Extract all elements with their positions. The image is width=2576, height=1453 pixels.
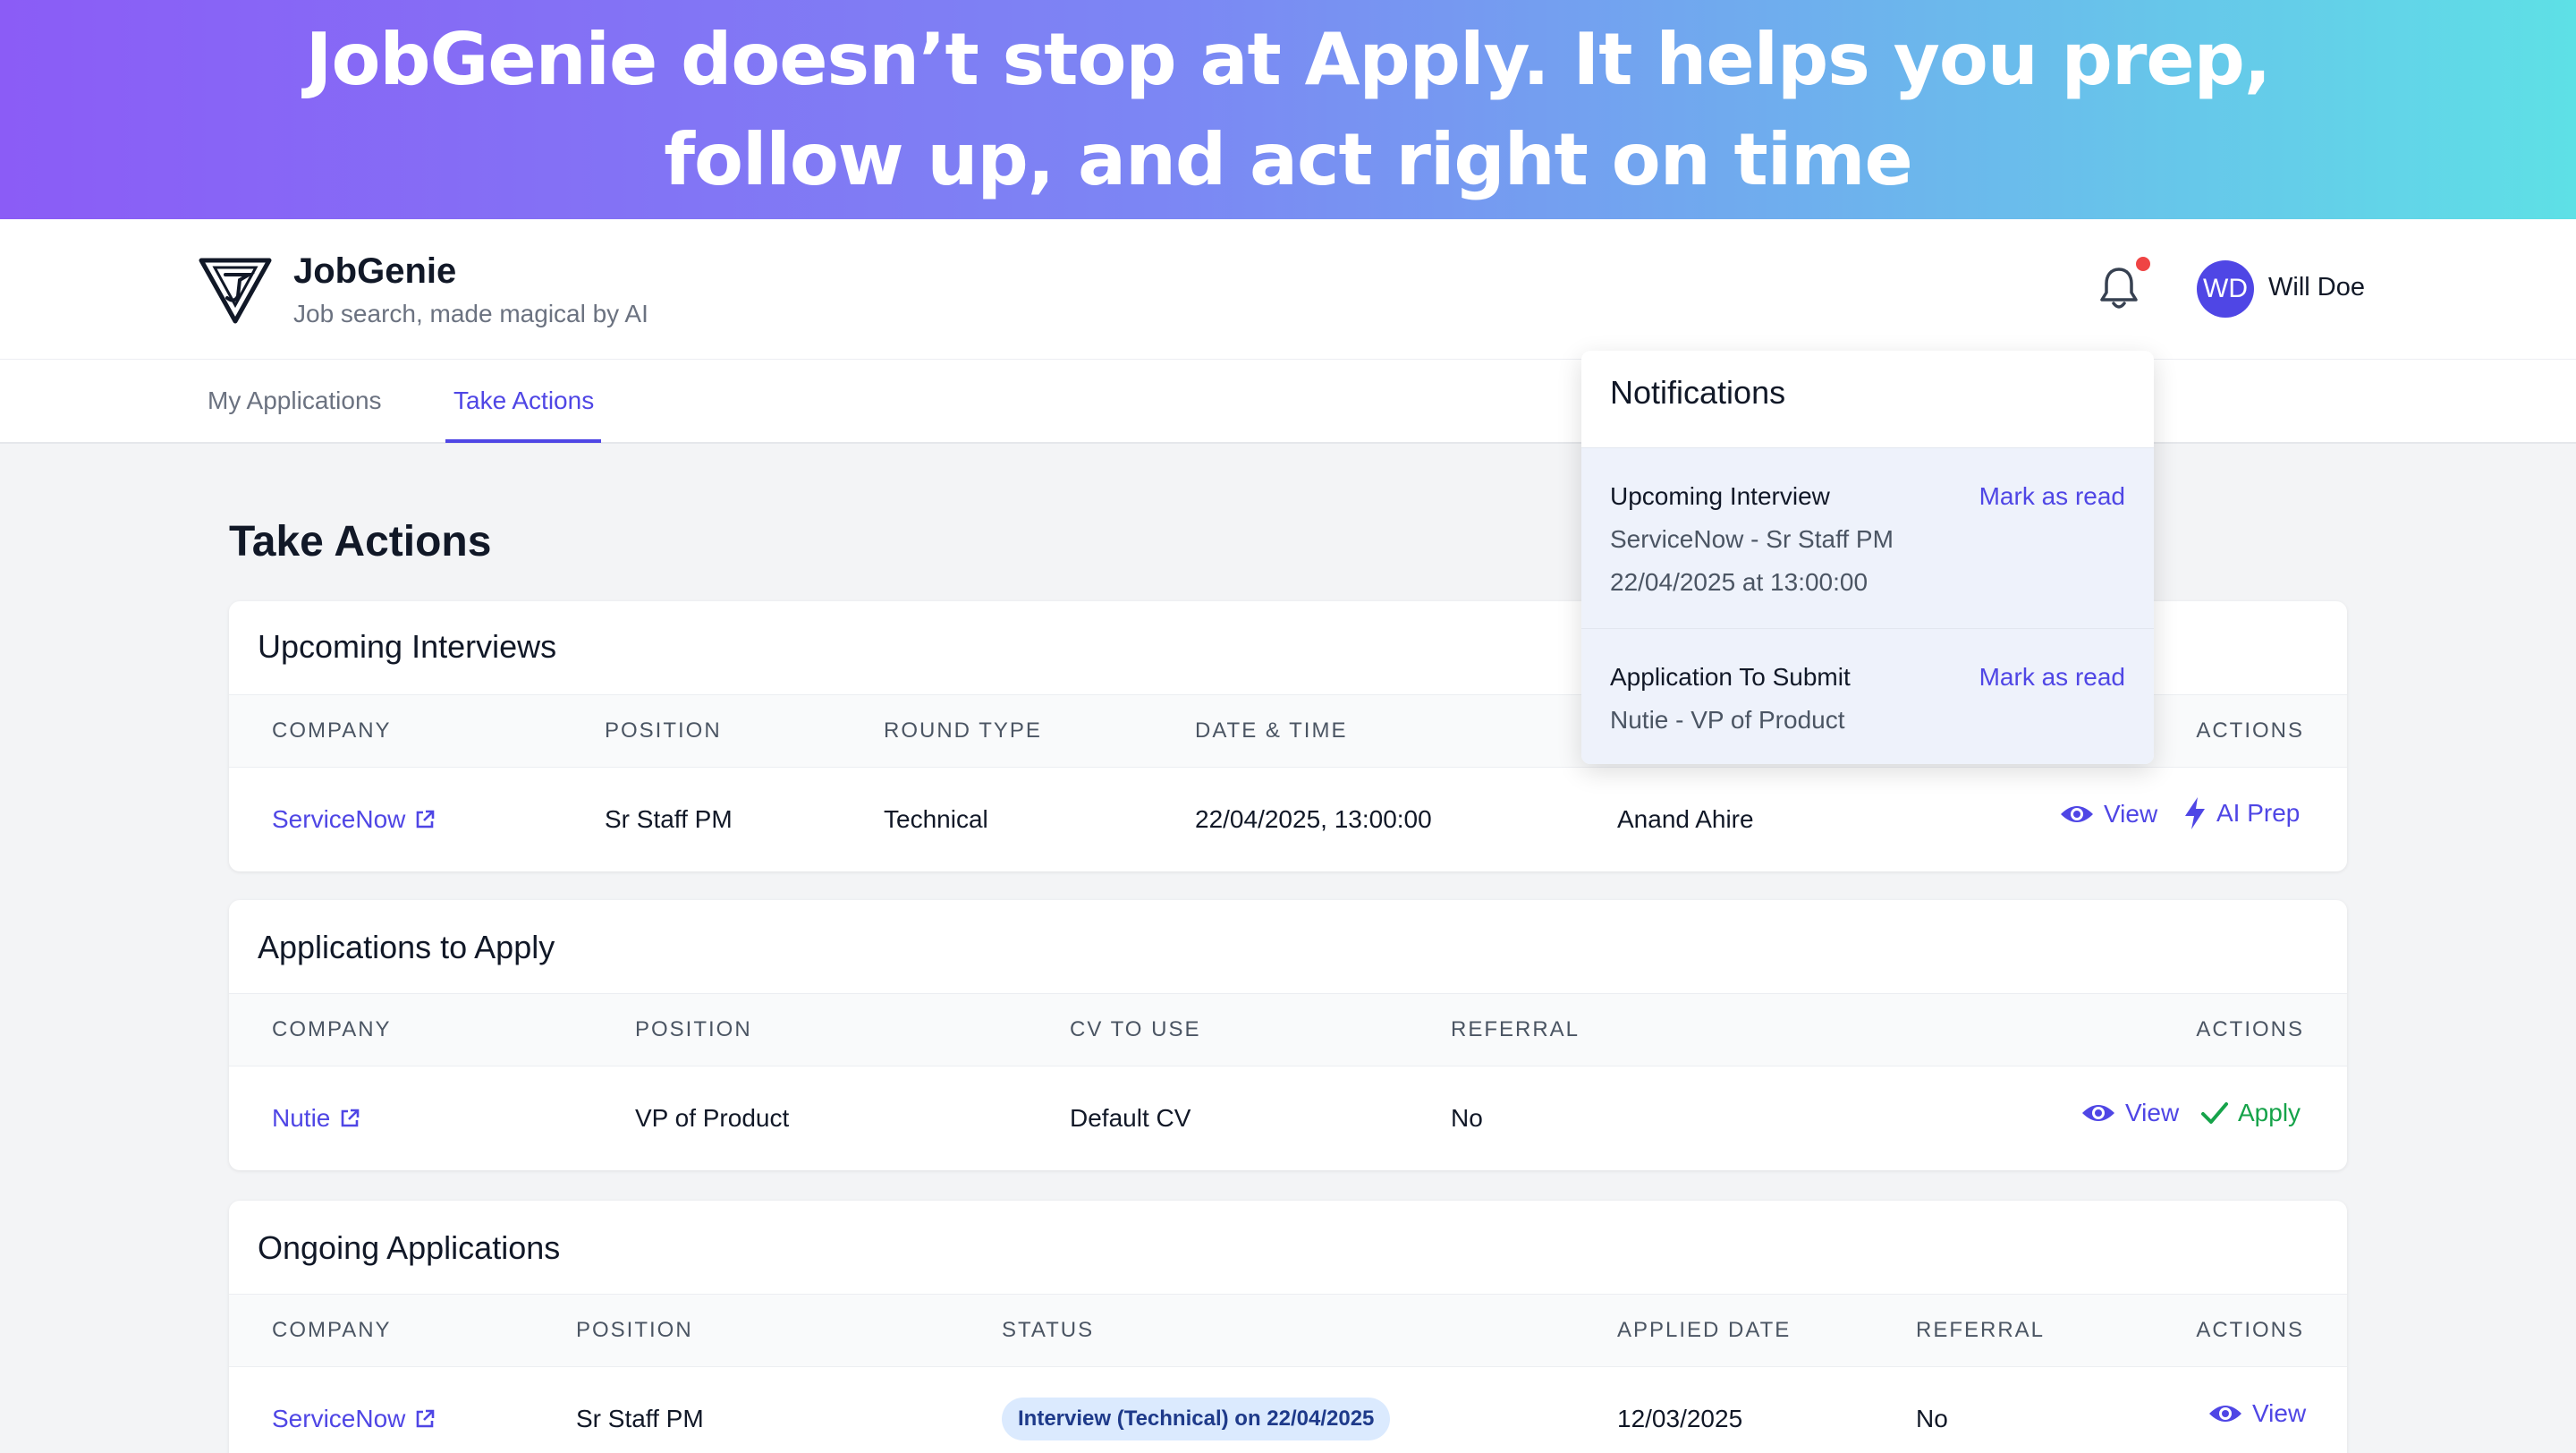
status-badge: Interview (Technical) on 22/04/2025 (1002, 1398, 1391, 1440)
notification-detail: ServiceNow - Sr Staff PM (1610, 525, 1894, 553)
position-cell: Sr Staff PM (576, 1405, 704, 1432)
notification-dot (2136, 257, 2150, 271)
ai-prep-button[interactable]: AI Prep (2182, 796, 2300, 830)
logo-icon[interactable] (199, 257, 272, 325)
brand-name: JobGenie (293, 251, 457, 291)
app-header: JobGenie Job search, made magical by AI … (0, 219, 2576, 360)
tab-bar: My Applications Take Actions (0, 360, 2576, 444)
column-header: REFERRAL (1451, 1017, 1580, 1041)
company-link[interactable]: Nutie (272, 1104, 360, 1133)
tab-take-actions[interactable]: Take Actions (453, 387, 594, 415)
check-icon (2201, 1102, 2228, 1124)
column-header: DATE & TIME (1195, 718, 1348, 743)
table-header: COMPANY POSITION CV TO USE REFERRAL ACTI… (229, 993, 2347, 1066)
banner-headline: JobGenie doesn’t stop at Apply. It helps… (125, 10, 2451, 210)
round-type-cell: Technical (884, 805, 988, 833)
column-header: REFERRAL (1916, 1318, 2046, 1342)
page-title: Take Actions (229, 518, 492, 565)
tab-my-applications[interactable]: My Applications (208, 387, 382, 415)
mark-as-read-link[interactable]: Mark as read (1979, 482, 2125, 511)
banner-line-2: follow up, and act right on time (664, 117, 1913, 201)
column-header: ACTIONS (2196, 1017, 2304, 1041)
external-link-icon[interactable] (414, 1408, 436, 1430)
apply-label[interactable]: Apply (2238, 1099, 2301, 1127)
notification-item[interactable]: Application To Submit Mark as read Nutie… (1581, 628, 2154, 764)
brand-tagline: Job search, made magical by AI (293, 300, 648, 327)
view-button[interactable]: View (2207, 1399, 2306, 1428)
column-header: POSITION (635, 1017, 752, 1041)
view-label[interactable]: View (2125, 1099, 2179, 1127)
eye-icon (2209, 1406, 2241, 1422)
external-link-icon[interactable] (414, 809, 436, 830)
position-cell: Sr Staff PM (605, 805, 733, 833)
company-name[interactable]: Nutie (272, 1104, 330, 1133)
view-button[interactable]: View (2059, 800, 2157, 828)
eye-icon (2061, 806, 2093, 822)
lightning-icon (2185, 797, 2205, 829)
external-link-icon[interactable] (339, 1108, 360, 1129)
active-tab-indicator (445, 439, 601, 443)
notifications-dropdown: Notifications Upcoming Interview Mark as… (1581, 351, 2154, 764)
user-name[interactable]: Will Doe (2268, 273, 2365, 302)
card-title: Applications to Apply (258, 929, 555, 965)
table-header: COMPANY POSITION STATUS APPLIED DATE REF… (229, 1294, 2347, 1367)
company-link[interactable]: ServiceNow (272, 805, 436, 834)
mark-as-read-link[interactable]: Mark as read (1979, 663, 2125, 692)
card-title: Upcoming Interviews (258, 628, 557, 665)
column-header: COMPANY (272, 718, 392, 743)
position-cell: VP of Product (635, 1104, 790, 1132)
ai-prep-label[interactable]: AI Prep (2216, 799, 2300, 828)
notification-title: Upcoming Interview (1610, 482, 1830, 510)
interviewer-cell: Anand Ahire (1617, 805, 1754, 833)
column-header: POSITION (576, 1318, 693, 1342)
banner-line-1: JobGenie doesn’t stop at Apply. It helps… (305, 17, 2272, 101)
applied-date-cell: 12/03/2025 (1617, 1405, 1743, 1432)
referral-cell: No (1916, 1405, 1948, 1432)
notifications-title: Notifications (1610, 374, 1786, 411)
column-header: CV TO USE (1070, 1017, 1201, 1041)
eye-icon (2082, 1105, 2114, 1121)
notification-title: Application To Submit (1610, 663, 1851, 691)
column-header: ROUND TYPE (884, 718, 1042, 743)
cv-cell: Default CV (1070, 1104, 1191, 1132)
column-header: STATUS (1002, 1318, 1095, 1342)
company-link[interactable]: ServiceNow (272, 1405, 436, 1433)
applications-to-apply-card: Applications to Apply COMPANY POSITION C… (229, 900, 2347, 1170)
view-label[interactable]: View (2104, 800, 2157, 828)
datetime-cell: 22/04/2025, 13:00:00 (1195, 805, 1432, 833)
notification-item[interactable]: Upcoming Interview Mark as read ServiceN… (1581, 447, 2154, 628)
column-header: POSITION (605, 718, 722, 743)
company-name[interactable]: ServiceNow (272, 1405, 405, 1433)
card-title: Ongoing Applications (258, 1229, 561, 1266)
ongoing-applications-card: Ongoing Applications COMPANY POSITION ST… (229, 1201, 2347, 1453)
column-header: COMPANY (272, 1318, 392, 1342)
referral-cell: No (1451, 1104, 1483, 1132)
view-label[interactable]: View (2252, 1399, 2306, 1428)
view-button[interactable]: View (2080, 1099, 2179, 1127)
notification-time: 22/04/2025 at 13:00:00 (1610, 568, 1868, 596)
bell-icon[interactable] (2097, 264, 2141, 312)
company-name[interactable]: ServiceNow (272, 805, 405, 834)
apply-button[interactable]: Apply (2200, 1099, 2301, 1127)
column-header: ACTIONS (2196, 718, 2304, 743)
column-header: APPLIED DATE (1617, 1318, 1792, 1342)
column-header: ACTIONS (2196, 1318, 2304, 1342)
column-header: COMPANY (272, 1017, 392, 1041)
notification-detail: Nutie - VP of Product (1610, 706, 1845, 734)
promo-banner: JobGenie doesn’t stop at Apply. It helps… (0, 0, 2576, 219)
avatar[interactable]: WD (2197, 260, 2254, 318)
